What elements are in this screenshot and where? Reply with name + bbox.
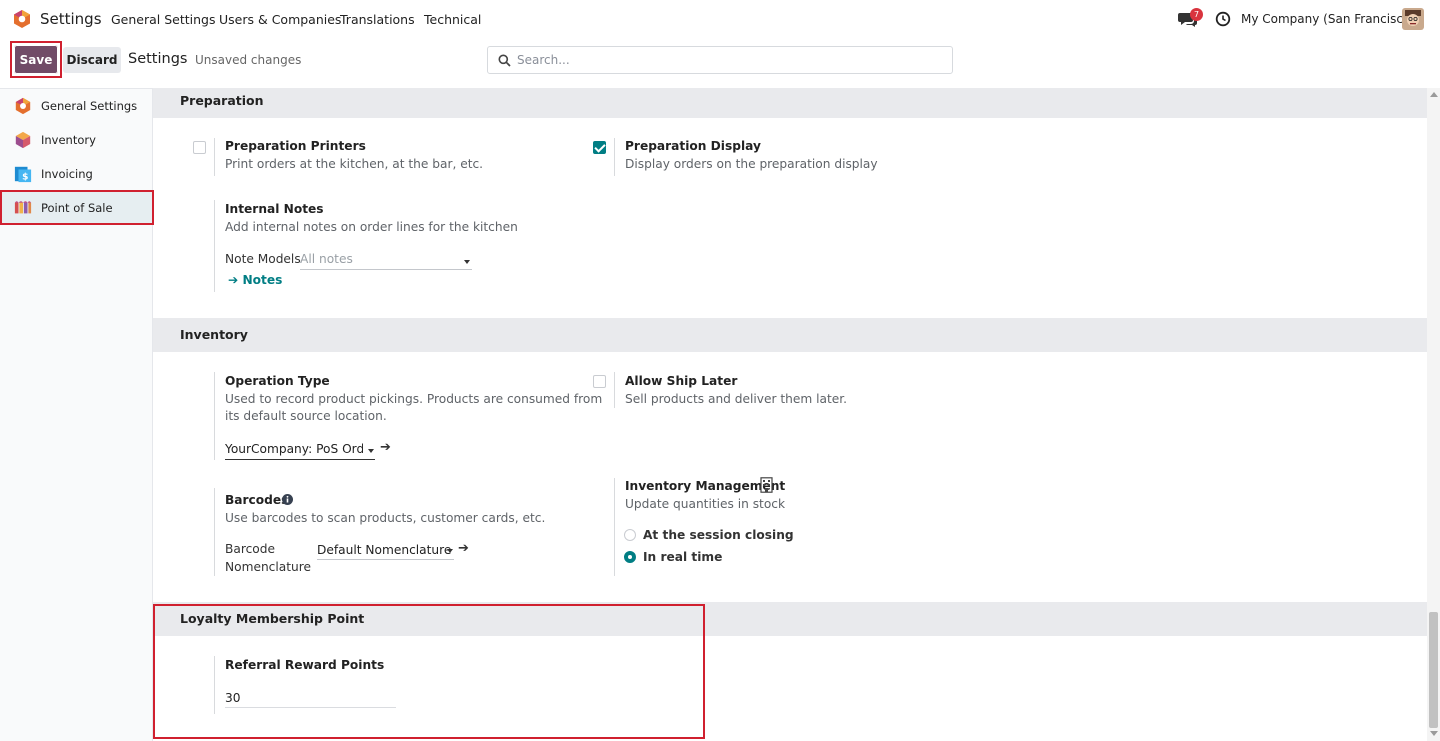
sidebar-item-general-settings[interactable]: General Settings: [0, 89, 153, 123]
message-count-badge: 7: [1190, 8, 1203, 21]
clock-icon[interactable]: [1215, 11, 1231, 27]
scroll-up-arrow-icon[interactable]: [1430, 92, 1438, 97]
search-icon: [498, 54, 511, 67]
allow-ship-later-checkbox[interactable]: [593, 375, 606, 388]
internal-notes-desc: Add internal notes on order lines for th…: [225, 220, 518, 234]
sidebar-item-label: General Settings: [41, 99, 138, 113]
sidebar-item-label: Invoicing: [41, 167, 93, 181]
building-icon: [760, 477, 773, 493]
discard-button[interactable]: Discard: [63, 47, 121, 73]
odoo-logo-icon[interactable]: [12, 9, 32, 29]
notes-link-label: Notes: [242, 273, 283, 287]
operation-type-open-arrow-icon[interactable]: ➔: [380, 440, 391, 455]
setting-divider: [214, 372, 215, 460]
operation-type-underline: [225, 459, 375, 460]
chevron-down-icon[interactable]: [368, 449, 374, 453]
internal-notes-title: Internal Notes: [225, 202, 324, 216]
setting-divider: [214, 138, 215, 176]
operation-type-title: Operation Type: [225, 374, 330, 388]
note-models-label: Note Models: [225, 252, 301, 266]
menu-technical[interactable]: Technical: [424, 12, 481, 27]
sidebar-item-inventory[interactable]: Inventory: [0, 123, 153, 157]
barcodes-desc: Use barcodes to scan products, customer …: [225, 511, 546, 525]
user-avatar[interactable]: [1402, 8, 1424, 30]
preparation-display-title: Preparation Display: [625, 139, 761, 153]
inventory-cube-icon: [15, 131, 31, 149]
note-models-underline: [300, 269, 472, 270]
scroll-down-arrow-icon[interactable]: [1430, 731, 1438, 736]
unsaved-status: Unsaved changes: [195, 53, 302, 67]
barcode-nomenclature-label-line1: Barcode: [225, 542, 275, 556]
barcode-nomenclature-open-arrow-icon[interactable]: ➔: [458, 541, 469, 556]
barcode-nomenclature-select[interactable]: Default Nomenclature: [317, 543, 451, 557]
setting-divider: [614, 372, 615, 408]
section-header-inventory: Inventory: [153, 318, 1427, 352]
radio-label-in-real-time[interactable]: In real time: [643, 550, 722, 564]
setting-divider: [214, 488, 215, 576]
operation-type-desc-line1: Used to record product pickings. Product…: [225, 392, 603, 406]
radio-label-at-session-closing[interactable]: At the session closing: [643, 528, 794, 542]
operation-type-desc-line2: its default source location.: [225, 409, 387, 423]
menu-users-companies[interactable]: Users & Companies: [219, 12, 341, 27]
section-header-preparation: Preparation: [153, 88, 1427, 118]
user-avatar-icon: [1402, 8, 1424, 30]
search-input[interactable]: [517, 53, 937, 67]
preparation-printers-title: Preparation Printers: [225, 139, 366, 153]
preparation-display-desc: Display orders on the preparation displa…: [625, 157, 878, 171]
allow-ship-later-desc: Sell products and deliver them later.: [625, 392, 848, 406]
setting-divider: [614, 138, 615, 176]
sidebar-item-invoicing[interactable]: $ Invoicing: [0, 157, 153, 191]
notes-link[interactable]: ➔ Notes: [228, 273, 282, 287]
loyalty-highlight-box: [153, 604, 705, 739]
allow-ship-later-title: Allow Ship Later: [625, 374, 738, 388]
company-switcher[interactable]: My Company (San Francisco): [1241, 12, 1415, 26]
chevron-down-icon[interactable]: [464, 260, 470, 264]
svg-text:$: $: [22, 172, 28, 182]
info-icon[interactable]: [282, 494, 293, 505]
operation-type-select[interactable]: YourCompany: PoS Orders: [225, 442, 363, 456]
invoicing-icon: $: [14, 166, 32, 182]
settings-sidebar: General Settings Inventory $ Invoicing P…: [0, 88, 153, 741]
breadcrumb-title: Settings: [128, 51, 188, 67]
point-of-sale-highlight-box: [0, 190, 154, 225]
search-bar[interactable]: [487, 46, 953, 74]
barcode-nomenclature-underline: [317, 559, 454, 560]
menu-translations[interactable]: Translations: [340, 12, 415, 27]
radio-at-session-closing[interactable]: [624, 529, 636, 541]
chevron-down-icon[interactable]: [447, 549, 453, 553]
scrollbar-thumb[interactable]: [1429, 612, 1438, 728]
top-navbar: Settings General Settings Users & Compan…: [0, 0, 1440, 38]
radio-in-real-time[interactable]: [624, 551, 636, 563]
app-title[interactable]: Settings: [40, 10, 102, 28]
preparation-display-checkbox[interactable]: [593, 141, 606, 154]
setting-divider: [614, 478, 615, 576]
barcodes-title: Barcodes: [225, 493, 289, 507]
odoo-logo-icon: [15, 97, 31, 115]
sidebar-item-label: Inventory: [41, 133, 96, 147]
menu-general-settings[interactable]: General Settings: [111, 12, 216, 27]
setting-divider: [214, 200, 215, 292]
preparation-printers-checkbox[interactable]: [193, 141, 206, 154]
preparation-printers-desc: Print orders at the kitchen, at the bar,…: [225, 157, 484, 171]
note-models-select[interactable]: All notes: [300, 252, 353, 266]
barcode-nomenclature-label-line2: Nomenclature: [225, 560, 311, 574]
inventory-management-desc: Update quantities in stock: [625, 497, 786, 511]
save-button[interactable]: Save: [14, 45, 58, 74]
